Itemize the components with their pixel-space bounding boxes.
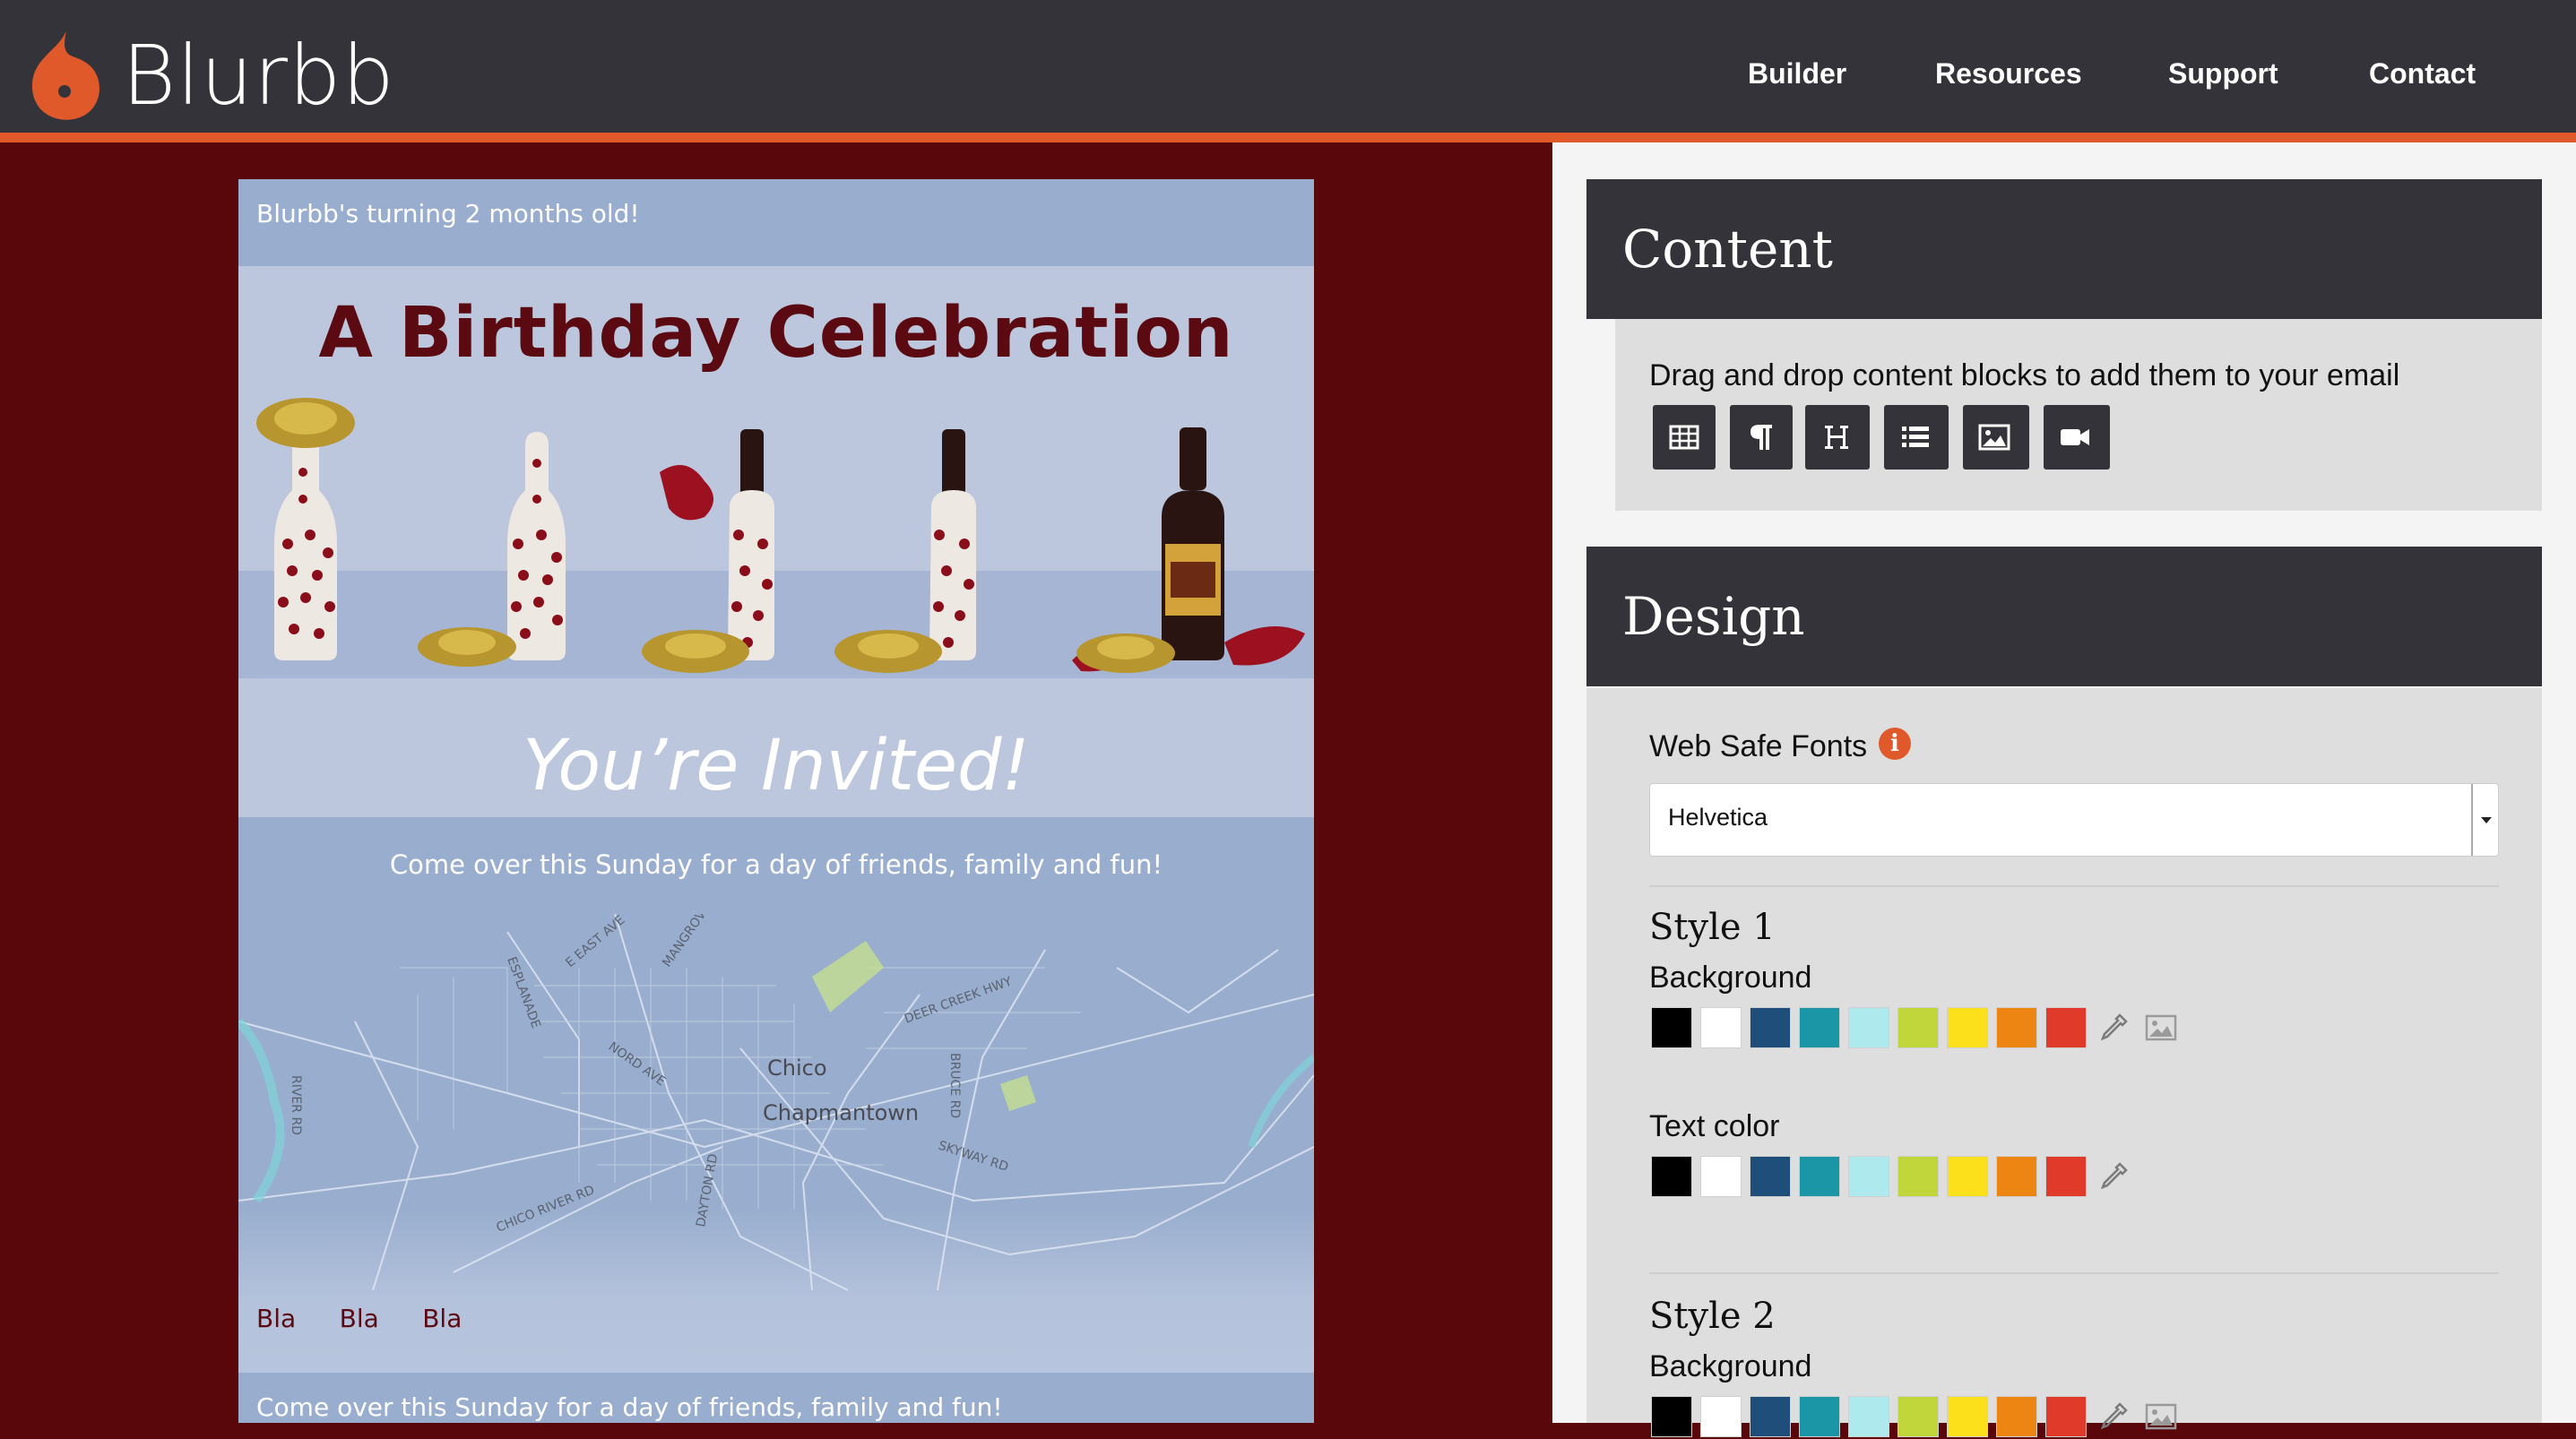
divider: [1649, 1272, 2499, 1274]
chevron-down-icon: [2471, 784, 2498, 856]
color-swatch[interactable]: [1750, 1156, 1791, 1197]
font-select-value: Helvetica: [1668, 804, 1768, 831]
table-block-button[interactable]: [1653, 405, 1716, 470]
list-block-button[interactable]: [1884, 405, 1949, 470]
color-swatch[interactable]: [1947, 1396, 1988, 1437]
table-icon: [1669, 425, 1699, 450]
email-canvas[interactable]: Blurbb's turning 2 months old! A Birthda…: [238, 179, 1314, 1423]
email-footer-block[interactable]: Come over this Sunday for a day of frien…: [238, 1373, 1314, 1423]
heading-block-button[interactable]: [1805, 405, 1870, 470]
color-swatch[interactable]: [1700, 1007, 1742, 1048]
color-swatch[interactable]: [1799, 1156, 1840, 1197]
event-map[interactable]: Chico Chapmantown DEER CREEK HWY NORD AV…: [238, 914, 1314, 1423]
color-swatch[interactable]: [2045, 1156, 2087, 1197]
color-swatch[interactable]: [1651, 1156, 1692, 1197]
list-icon: [1902, 427, 1929, 447]
map-label-chapmantown: Chapmantown: [763, 1100, 919, 1125]
color-swatch[interactable]: [1799, 1396, 1840, 1437]
paragraph-icon: [1750, 425, 1772, 450]
nav-accent-bar: [0, 133, 2576, 142]
top-navbar: Blurbb Builder Resources Support Contact: [0, 0, 2576, 133]
eyedropper-icon[interactable]: [2098, 1012, 2129, 1043]
color-swatch[interactable]: [1700, 1156, 1742, 1197]
bla-link[interactable]: Bla: [422, 1304, 462, 1333]
color-swatch[interactable]: [1700, 1396, 1742, 1437]
color-swatch[interactable]: [1947, 1007, 1988, 1048]
color-swatch[interactable]: [1897, 1007, 1939, 1048]
color-swatch[interactable]: [1750, 1396, 1791, 1437]
heading-icon: [1825, 426, 1848, 449]
image-icon: [1978, 424, 2010, 451]
style2-background-label: Background: [1649, 1349, 1812, 1383]
design-card-header: Design: [1586, 547, 2542, 686]
video-block-button[interactable]: [2044, 405, 2110, 470]
paragraph-block-button[interactable]: [1730, 405, 1793, 470]
color-swatch[interactable]: [1897, 1396, 1939, 1437]
map-label-bruce: BRUCE RD: [947, 1053, 962, 1118]
color-swatch[interactable]: [1651, 1396, 1692, 1437]
content-card-body: Drag and drop content blocks to add them…: [1615, 319, 2542, 511]
image-block-button[interactable]: [1963, 405, 2029, 470]
style1-title: Style 1: [1649, 907, 1776, 948]
map-label-chico: Chico: [767, 1056, 827, 1081]
design-card-body: Web Safe Fonts i Helvetica Style 1 Backg…: [1586, 688, 2542, 1437]
brand-name[interactable]: Blurbb: [122, 27, 395, 125]
eyedropper-icon[interactable]: [2098, 1161, 2129, 1192]
color-swatch[interactable]: [2045, 1396, 2087, 1437]
style2-title: Style 2: [1649, 1296, 1776, 1337]
nav-support-link[interactable]: Support: [2168, 56, 2278, 91]
video-icon: [2061, 429, 2089, 445]
content-card-header: Content: [1586, 179, 2542, 319]
color-swatch[interactable]: [1897, 1156, 1939, 1197]
color-swatch[interactable]: [1996, 1156, 2037, 1197]
nav-builder-link[interactable]: Builder: [1748, 56, 1846, 91]
color-swatch[interactable]: [1651, 1007, 1692, 1048]
nav-resources-link[interactable]: Resources: [1935, 56, 2082, 91]
color-swatch[interactable]: [1799, 1007, 1840, 1048]
eyedropper-icon[interactable]: [2098, 1401, 2129, 1432]
color-swatch[interactable]: [1848, 1156, 1889, 1197]
invited-subtext: Come over this Sunday for a day of frien…: [389, 849, 1163, 880]
content-description: Drag and drop content blocks to add them…: [1649, 358, 2400, 392]
map-label-river: RIVER RD: [289, 1075, 303, 1135]
color-swatch[interactable]: [1750, 1007, 1791, 1048]
bla-links-row: Bla Bla Bla: [256, 1304, 501, 1333]
hero-title: A Birthday Celebration: [318, 293, 1234, 374]
content-card-title: Content: [1622, 219, 1833, 280]
email-preheader[interactable]: Blurbb's turning 2 months old!: [238, 179, 1314, 266]
footer-text: Come over this Sunday for a day of frien…: [256, 1392, 1003, 1422]
design-card-title: Design: [1622, 586, 1805, 647]
color-swatch[interactable]: [1996, 1396, 2037, 1437]
color-swatch[interactable]: [1848, 1396, 1889, 1437]
color-swatch[interactable]: [1848, 1007, 1889, 1048]
preheader-text: Blurbb's turning 2 months old!: [256, 199, 640, 228]
web-safe-fonts-label: Web Safe Fonts: [1649, 729, 1868, 763]
blurbb-logo-icon[interactable]: [22, 27, 104, 124]
style1-background-label: Background: [1649, 961, 1812, 995]
bottles-photo: [238, 392, 1314, 678]
nav-contact-link[interactable]: Contact: [2369, 56, 2476, 91]
color-swatch[interactable]: [1996, 1007, 2037, 1048]
bla-link[interactable]: Bla: [256, 1304, 296, 1333]
info-icon[interactable]: i: [1879, 728, 1911, 760]
background-image-icon[interactable]: [2145, 1401, 2177, 1432]
invited-heading: You’re Invited!: [523, 726, 1030, 806]
divider: [1649, 885, 2499, 887]
background-image-icon[interactable]: [2145, 1012, 2177, 1043]
font-select[interactable]: Helvetica: [1649, 783, 2499, 857]
bla-link[interactable]: Bla: [340, 1304, 379, 1333]
color-swatch[interactable]: [1947, 1156, 1988, 1197]
style1-text-color-label: Text color: [1649, 1109, 1780, 1143]
color-swatch[interactable]: [2045, 1007, 2087, 1048]
